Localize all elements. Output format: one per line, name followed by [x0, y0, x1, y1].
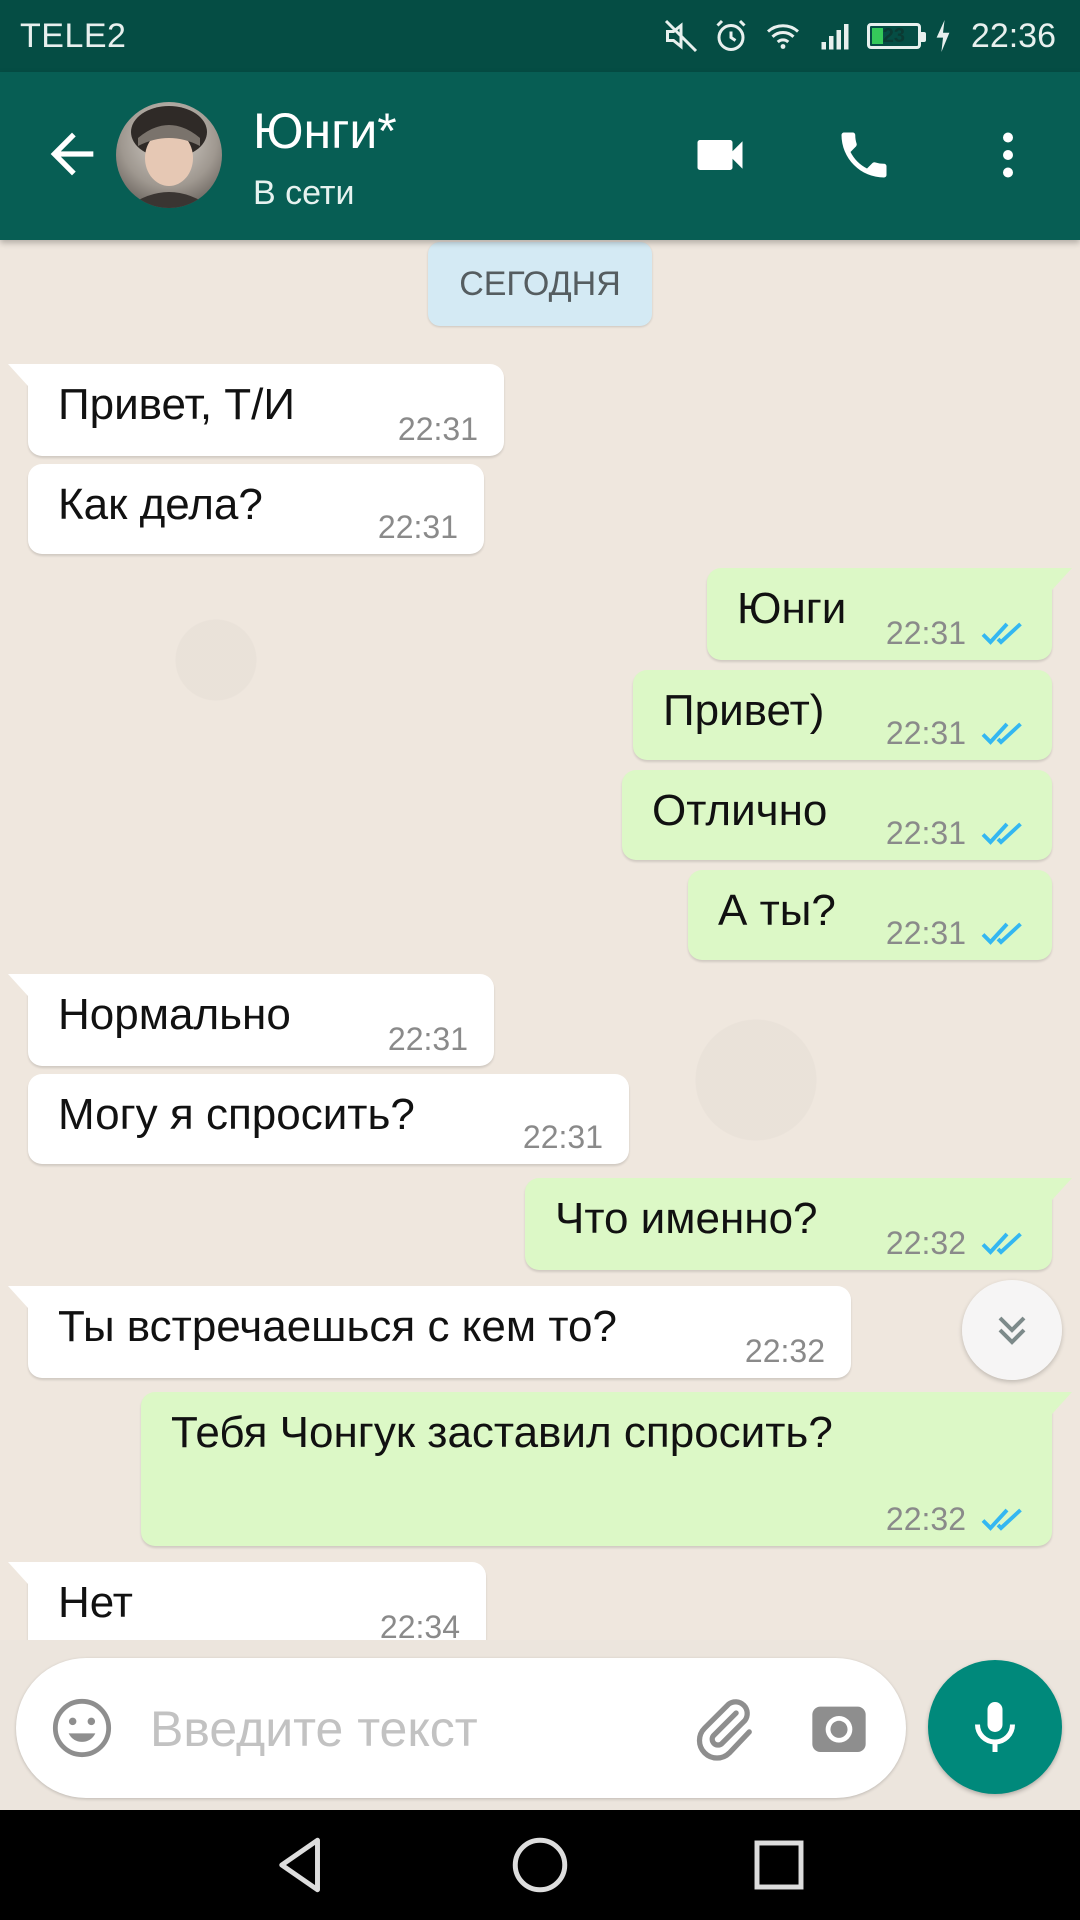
attach-icon[interactable] — [688, 1694, 758, 1764]
message-text: Отлично — [652, 786, 828, 835]
double-check-icon — [981, 822, 1022, 845]
double-check-icon — [981, 1232, 1022, 1255]
message-text: Нормально — [58, 990, 291, 1039]
wifi-icon — [766, 24, 799, 49]
message-time: 22:32 — [885, 1225, 966, 1261]
camera-icon[interactable] — [806, 1696, 872, 1760]
voice-call-button[interactable] — [826, 117, 902, 193]
scroll-to-bottom-button[interactable] — [962, 1280, 1062, 1380]
message-time: 22:32 — [744, 1333, 825, 1369]
message-text: Как дела? — [58, 480, 263, 529]
message-text: Могу я спросить? — [58, 1090, 415, 1139]
contact-name[interactable]: Юнги* — [253, 102, 397, 160]
outgoing-message[interactable]: Что именно? 22:32 — [525, 1178, 1072, 1270]
video-call-icon — [697, 140, 743, 170]
status-icons: 23 22:36 — [663, 12, 1056, 60]
message-time: 22:31 — [397, 411, 478, 447]
nav-recents-icon[interactable] — [746, 1832, 812, 1898]
mute-icon — [664, 19, 697, 53]
outgoing-message[interactable]: А ты? 22:31 — [688, 870, 1052, 960]
contact-status: В сети — [253, 174, 355, 212]
message-time: 22:31 — [377, 509, 458, 545]
message-time: 22:31 — [522, 1119, 603, 1155]
alarm-icon — [716, 19, 746, 51]
double-check-icon — [981, 1508, 1022, 1531]
signal-icon — [821, 24, 849, 50]
message-text: Ты встречаешься с кем то? — [58, 1302, 617, 1351]
more-options-button[interactable] — [970, 117, 1046, 193]
battery-icon: 23 — [866, 23, 926, 49]
outgoing-message[interactable]: Отлично 22:31 — [622, 770, 1052, 860]
incoming-message[interactable]: Привет, Т/И 22:31 — [8, 364, 504, 456]
phone-icon — [841, 132, 887, 178]
status-bar: TELE2 23 22:36 — [0, 0, 1080, 72]
charging-icon — [936, 20, 950, 52]
message-text: А ты? — [718, 886, 836, 935]
incoming-message[interactable]: Как дела? 22:31 — [28, 464, 484, 554]
contact-avatar[interactable] — [116, 102, 222, 208]
message-time: 22:31 — [387, 1021, 468, 1057]
message-text: Тебя Чонгук заставил спросить? — [171, 1408, 833, 1457]
outgoing-message[interactable]: Привет) 22:31 — [633, 670, 1052, 760]
message-text: Нет — [58, 1578, 133, 1627]
back-arrow-icon[interactable] — [40, 122, 104, 186]
double-check-icon — [981, 622, 1022, 645]
message-text: Что именно? — [555, 1194, 818, 1243]
double-check-icon — [981, 722, 1022, 745]
video-call-button[interactable] — [682, 117, 758, 193]
message-time: 22:31 — [885, 815, 966, 851]
message-list[interactable]: СЕГОДНЯ Привет, Т/И 22:31 Как дела? 22:3… — [0, 240, 1080, 1640]
message-time: 22:31 — [885, 715, 966, 751]
message-input[interactable] — [150, 1694, 670, 1764]
mic-button[interactable] — [928, 1660, 1062, 1794]
system-navigation-bar — [0, 1810, 1080, 1920]
date-divider: СЕГОДНЯ — [428, 242, 652, 326]
message-composer — [16, 1658, 906, 1798]
incoming-message[interactable]: Ты встречаешься с кем то? 22:32 — [8, 1286, 851, 1378]
emoji-icon[interactable] — [50, 1696, 114, 1760]
outgoing-message[interactable]: Тебя Чонгук заставил спросить? 22:32 — [141, 1392, 1072, 1546]
message-time: 22:31 — [885, 915, 966, 951]
message-time: 22:31 — [885, 615, 966, 651]
incoming-message[interactable]: Могу я спросить? 22:31 — [28, 1074, 629, 1164]
incoming-message[interactable]: Нет 22:34 — [8, 1562, 486, 1640]
mic-icon — [975, 1702, 1015, 1752]
carrier-label: TELE2 — [20, 17, 127, 55]
nav-back-icon[interactable] — [268, 1832, 334, 1898]
message-text: Привет, Т/И — [58, 380, 296, 429]
chevron-double-down-icon — [998, 1316, 1026, 1345]
message-text: Юнги — [737, 584, 847, 633]
battery-level: 23 — [882, 24, 906, 47]
nav-home-icon[interactable] — [507, 1832, 573, 1898]
status-clock: 22:36 — [970, 16, 1056, 55]
outgoing-message[interactable]: Юнги 22:31 — [707, 568, 1072, 660]
chat-header: Юнги* В сети — [0, 72, 1080, 240]
incoming-message[interactable]: Нормально 22:31 — [8, 974, 494, 1066]
more-vert-icon — [1003, 132, 1013, 178]
message-time: 22:32 — [885, 1501, 966, 1537]
message-time: 22:34 — [379, 1609, 460, 1640]
message-text: Привет) — [663, 686, 825, 735]
double-check-icon — [981, 922, 1022, 945]
